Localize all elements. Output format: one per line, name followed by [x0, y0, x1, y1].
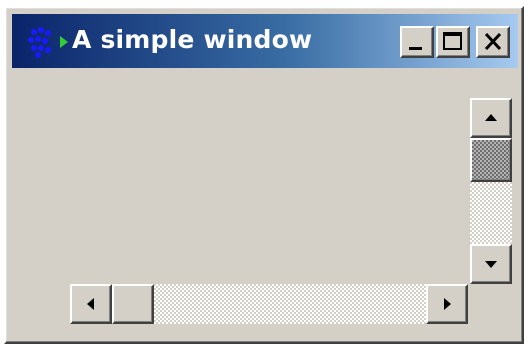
arrow-left-icon	[87, 298, 94, 310]
scroll-right-button[interactable]	[426, 284, 468, 324]
java-duke-arrow-icon[interactable]	[24, 24, 76, 60]
scroll-left-button[interactable]	[70, 284, 112, 324]
maximize-icon	[443, 32, 462, 50]
horizontal-scrollbar-thumb[interactable]	[112, 284, 154, 324]
close-icon	[484, 32, 502, 51]
maximize-button[interactable]	[436, 26, 470, 58]
window-title: A simple window	[72, 25, 313, 54]
scroll-down-button[interactable]	[470, 244, 512, 284]
scroll-up-button[interactable]	[470, 98, 512, 138]
arrow-up-icon	[485, 114, 497, 121]
arrow-right-icon	[444, 298, 451, 310]
close-button[interactable]	[476, 26, 510, 58]
title-bar[interactable]: A simple window	[12, 14, 518, 68]
application-window: A simple window	[4, 6, 524, 344]
minimize-button[interactable]	[400, 26, 434, 58]
minimize-icon	[409, 47, 422, 50]
arrow-down-icon	[485, 261, 497, 268]
vertical-scrollbar-thumb[interactable]	[470, 138, 512, 182]
